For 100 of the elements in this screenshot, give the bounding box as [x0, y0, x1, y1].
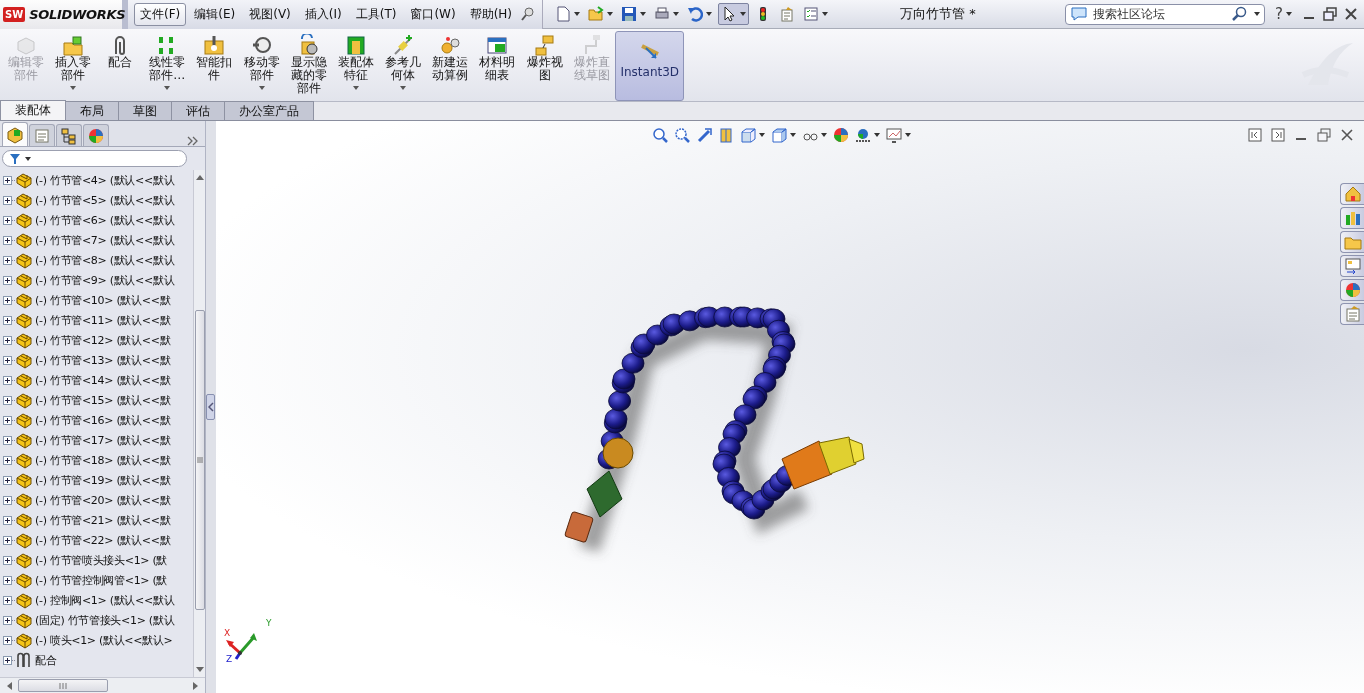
tab[interactable]: 办公室产品 [224, 101, 314, 120]
expand-icon[interactable] [3, 515, 12, 525]
tree-item[interactable]: (-) 竹节管<4> (默认<<默认 [35, 172, 175, 188]
task-pane-tab[interactable] [1340, 207, 1364, 229]
tree-item[interactable]: (-) 竹节管<8> (默认<<默认 [35, 252, 175, 268]
task-pane-tab[interactable] [1340, 279, 1364, 301]
menu-item[interactable]: 工具(T) [349, 2, 403, 26]
tree-item[interactable]: (-) 竹节管<10> (默认<<默 [35, 292, 171, 308]
search-field[interactable]: 搜索社区论坛 [1065, 3, 1266, 25]
tile-right-icon[interactable] [1271, 128, 1285, 142]
tree-item[interactable]: (-) 竹节管<6> (默认<<默认 [35, 212, 175, 228]
tab[interactable]: 布局 [65, 101, 119, 120]
ribbon-button[interactable]: 插入零部件 [49, 31, 97, 101]
help-button[interactable]: ? [1275, 5, 1283, 23]
task-pane-tab[interactable] [1340, 183, 1364, 205]
tile-left-icon[interactable] [1248, 128, 1262, 142]
save-icon[interactable] [621, 6, 638, 22]
options-icon[interactable] [779, 6, 796, 22]
expand-icon[interactable] [3, 195, 12, 205]
new-document-icon[interactable] [555, 6, 572, 22]
scroll-up-icon[interactable] [195, 174, 204, 180]
tree-item[interactable]: 配合 [35, 652, 57, 668]
restore-icon[interactable] [1317, 128, 1331, 142]
caret-icon[interactable] [706, 12, 713, 16]
expand-icon[interactable] [3, 595, 12, 605]
scroll-down-icon[interactable] [195, 667, 204, 673]
view-orientation-icon[interactable] [740, 127, 756, 143]
print-icon[interactable] [654, 6, 671, 22]
tree-item[interactable]: (-) 竹节管<14> (默认<<默 [35, 372, 171, 388]
panel-tab[interactable] [2, 122, 28, 146]
expand-icon[interactable] [3, 295, 12, 305]
expand-icon[interactable] [3, 215, 12, 225]
previous-view-icon[interactable] [696, 127, 712, 143]
caret-icon[interactable] [874, 133, 880, 137]
caret-icon[interactable] [1286, 12, 1292, 16]
caret-icon[interactable] [25, 156, 31, 161]
vertical-scrollbar[interactable] [193, 170, 205, 677]
expand-icon[interactable] [3, 435, 12, 445]
scroll-right-icon[interactable] [193, 681, 199, 690]
splitter-handle[interactable] [206, 394, 215, 420]
panel-tab[interactable] [83, 124, 109, 146]
menu-item[interactable]: 文件(F) [134, 2, 187, 26]
ribbon-button[interactable]: 爆炸视图 [521, 31, 569, 101]
caret-icon[interactable] [1254, 12, 1261, 16]
expand-icon[interactable] [3, 495, 12, 505]
menu-item[interactable]: 窗口(W) [404, 2, 462, 26]
expand-icon[interactable] [3, 255, 12, 265]
menu-item[interactable]: 编辑(E) [188, 2, 242, 26]
panel-tab[interactable] [56, 124, 82, 146]
tree-item[interactable]: (-) 竹节管<7> (默认<<默认 [35, 232, 175, 248]
ribbon-button[interactable]: 智能扣件 [190, 31, 238, 101]
ribbon-button[interactable]: Instant3D [615, 31, 685, 101]
tree-item[interactable]: (-) 竹节管<16> (默认<<默 [35, 412, 171, 428]
search-icon[interactable] [1232, 6, 1249, 22]
scroll-thumb[interactable] [18, 679, 108, 692]
tab[interactable]: 装配体 [0, 100, 66, 120]
horizontal-scrollbar[interactable] [0, 677, 205, 693]
caret-icon[interactable] [640, 12, 647, 16]
ribbon-button[interactable]: 参考几何体 [379, 31, 427, 101]
tree-item[interactable]: (-) 竹节管喷头接头<1> (默 [35, 552, 168, 568]
tree-item[interactable]: (-) 竹节管<20> (默认<<默 [35, 492, 171, 508]
caret-icon[interactable] [574, 12, 581, 16]
tree-item[interactable]: (-) 竹节管<18> (默认<<默 [35, 452, 171, 468]
expand-icon[interactable] [3, 335, 12, 345]
expand-icon[interactable] [3, 375, 12, 385]
scroll-left-icon[interactable] [6, 681, 12, 690]
tree-item[interactable]: (-) 竹节管<22> (默认<<默 [35, 532, 171, 548]
search-input[interactable]: 搜索社区论坛 [1091, 6, 1230, 22]
caret-icon[interactable] [607, 12, 614, 16]
select-button[interactable] [718, 3, 750, 25]
expand-icon[interactable] [3, 315, 12, 325]
expand-icon[interactable] [3, 615, 12, 625]
tree-item[interactable]: (-) 喷头<1> (默认<<默认> [35, 632, 173, 648]
expand-icon[interactable] [3, 555, 12, 565]
menu-item[interactable]: 帮助(H) [463, 2, 519, 26]
checklist-icon[interactable] [803, 6, 820, 22]
expand-icon[interactable] [3, 235, 12, 245]
expand-icon[interactable] [3, 175, 12, 185]
tree-item[interactable]: (-) 竹节管控制阀管<1> (默 [35, 572, 168, 588]
zoom-area-icon[interactable] [674, 127, 690, 143]
ribbon-button[interactable]: 移动零部件 [237, 31, 286, 101]
caret-icon[interactable] [740, 12, 747, 16]
tree-item[interactable]: (-) 竹节管<13> (默认<<默 [35, 352, 171, 368]
caret-icon[interactable] [759, 133, 765, 137]
tree-item[interactable]: (固定) 竹节管接头<1> (默认 [35, 612, 175, 628]
restore-icon[interactable] [1323, 7, 1337, 21]
expand-icon[interactable] [3, 575, 12, 585]
ribbon-button[interactable]: 新建运动算例 [426, 31, 474, 101]
appearance-icon[interactable] [833, 127, 849, 143]
expand-icon[interactable] [3, 635, 12, 645]
tab[interactable]: 草图 [118, 101, 172, 120]
close-icon[interactable] [1344, 7, 1358, 21]
tree-item[interactable]: (-) 竹节管<12> (默认<<默 [35, 332, 171, 348]
filter-field[interactable] [2, 150, 187, 167]
ribbon-button[interactable]: 材料明细表 [473, 31, 522, 101]
expand-icon[interactable] [3, 455, 12, 465]
caret-icon[interactable] [790, 133, 796, 137]
menu-item[interactable]: 插入(I) [298, 2, 348, 26]
zoom-fit-icon[interactable] [652, 127, 668, 143]
expand-icon[interactable] [3, 395, 12, 405]
